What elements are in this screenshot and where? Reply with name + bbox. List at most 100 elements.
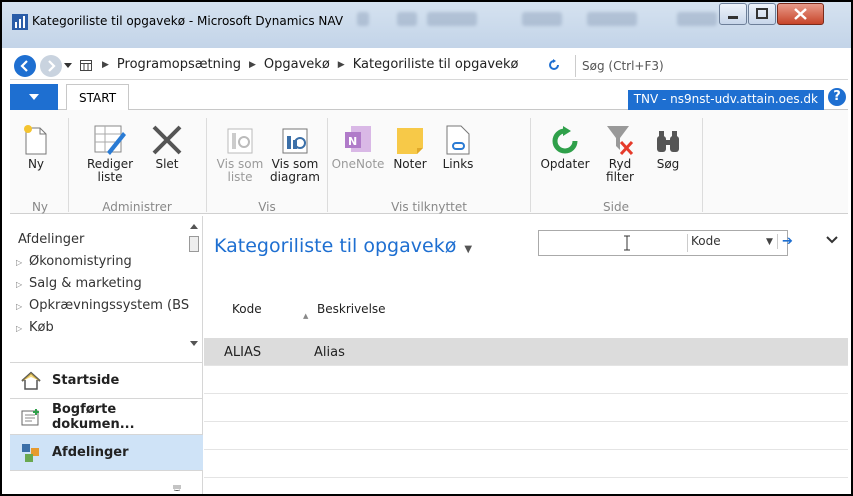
edit-list-label-line2: liste: [97, 170, 123, 184]
column-header-code[interactable]: Kode: [232, 302, 262, 316]
title-bar-toolbar-area: [522, 12, 562, 26]
tree-item[interactable]: ▷ Økonomistyring: [10, 254, 190, 276]
scroll-thumb[interactable]: [189, 236, 199, 252]
arrow-right-icon: [48, 60, 56, 72]
breadcrumb-separator-icon: ▶: [337, 59, 345, 70]
new-button[interactable]: Ny: [16, 114, 56, 171]
clear-filter-icon: [607, 126, 634, 156]
departments-tree: Afdelinger ▷ Økonomistyring ▷ Salg & marke…: [10, 216, 203, 352]
find-button[interactable]: Søg: [648, 114, 688, 171]
search-input[interactable]: Søg (Ctrl+F3): [575, 55, 848, 77]
view-as-chart-button[interactable]: Vis som diagram: [268, 114, 322, 184]
refresh-button[interactable]: Opdater: [538, 114, 592, 171]
maximize-button[interactable]: [748, 3, 776, 25]
tree-scrollbar[interactable]: [188, 222, 200, 352]
chevron-down-icon: [29, 93, 39, 100]
delete-button[interactable]: Slet: [147, 114, 187, 171]
onenote-icon: N: [345, 126, 371, 152]
apply-filter-arrow-icon[interactable]: ➔: [777, 234, 793, 249]
view-as-chart-label-line2: diagram: [270, 170, 320, 184]
ribbon-group-label-show-attached: Vis tilknyttet: [391, 200, 467, 214]
title-bar-toolbar-area: [587, 12, 637, 26]
refresh-icon: [552, 126, 578, 154]
nav-button-label: Afdelinger: [52, 445, 129, 460]
quick-filter-box: Kode ▼ ➔: [538, 230, 793, 256]
nav-button-departments[interactable]: Afdelinger: [10, 434, 203, 470]
home-icon: [21, 371, 41, 390]
help-icon[interactable]: ?: [828, 88, 846, 106]
back-button[interactable]: [14, 55, 36, 77]
pane-options-icon[interactable]: [173, 485, 181, 491]
ribbon-group-divider: [327, 118, 328, 212]
departments-icon: [22, 443, 39, 462]
nav-button-label: Startside: [52, 373, 120, 388]
ribbon-tab-row: START TNV - ns9nst-udv.attain.oes.dk ?: [10, 82, 848, 111]
ribbon: Ny Rediger liste Slet Vis som liste Vis so…: [10, 110, 848, 214]
sort-indicator-icon: ▲: [303, 312, 309, 320]
scroll-down-icon[interactable]: [188, 338, 200, 348]
tab-start[interactable]: START: [66, 84, 130, 111]
nav-button-home[interactable]: Startside: [10, 362, 203, 398]
expand-arrow-icon: ▷: [16, 258, 23, 267]
application-menu-button[interactable]: [10, 84, 58, 110]
empty-row: [204, 394, 848, 422]
tree-item-label: Salg & marketing: [29, 276, 142, 291]
expand-filter-chevron-icon[interactable]: [826, 236, 838, 244]
tree-item-label: Køb: [29, 320, 54, 335]
links-button[interactable]: Links: [436, 114, 480, 171]
view-as-list-label-line2: liste: [227, 170, 253, 184]
empty-row: [204, 422, 848, 450]
onenote-button[interactable]: N OneNote: [330, 114, 386, 171]
scroll-up-icon[interactable]: [188, 222, 200, 232]
tree-item[interactable]: ▷ Salg & marketing: [10, 276, 190, 298]
title-bar-toolbar-area: [427, 12, 477, 26]
new-button-label: Ny: [27, 157, 45, 171]
view-as-list-button[interactable]: Vis som liste: [216, 114, 264, 184]
breadcrumb-item[interactable]: Kategoriliste til opgavekø: [353, 57, 519, 72]
tree-header: Afdelinger: [18, 232, 85, 247]
svg-text:N: N: [348, 135, 357, 148]
address-bar: ▶ Programopsætning ▶ Opgavekø ▶ Kategori…: [10, 50, 848, 80]
tree-item[interactable]: ▷ Opkrævningssystem (BS: [10, 298, 190, 320]
window-title: Kategoriliste til opgavekø - Microsoft D…: [32, 14, 344, 28]
breadcrumb-item[interactable]: Opgavekø: [264, 57, 330, 72]
links-button-label: Links: [442, 157, 474, 171]
clear-filter-button[interactable]: Ryd filter: [600, 114, 640, 184]
column-header-description[interactable]: Beskrivelse: [317, 302, 386, 316]
filter-field-select[interactable]: Kode: [691, 234, 721, 248]
posted-document-icon: [21, 408, 39, 425]
title-bar-toolbar-area: [357, 12, 369, 26]
chart-view-icon: [282, 128, 308, 154]
table-row[interactable]: ALIAS Alias: [204, 338, 848, 366]
close-icon: [794, 8, 807, 20]
empty-row: [204, 366, 848, 394]
close-button[interactable]: [777, 3, 824, 25]
tree-item[interactable]: ▷ Køb: [10, 320, 190, 342]
page-title[interactable]: Kategoriliste til opgavekø ▼: [214, 235, 472, 257]
ribbon-group-divider: [702, 118, 703, 212]
filter-text-input[interactable]: [539, 231, 687, 255]
nav-button-posted-documents[interactable]: Bogførte dokumen...: [10, 398, 203, 434]
empty-row: [204, 450, 848, 478]
page-menu-caret-icon[interactable]: ▼: [464, 244, 472, 255]
forward-button[interactable]: [40, 55, 62, 77]
expand-arrow-icon: ▷: [16, 280, 23, 289]
title-bar-toolbar-area: [397, 12, 417, 26]
note-icon: [397, 128, 423, 154]
edit-list-button[interactable]: Rediger liste: [82, 114, 138, 184]
text-cursor-icon: [624, 235, 630, 251]
refresh-icon[interactable]: [548, 59, 560, 71]
notes-button[interactable]: Noter: [388, 114, 432, 171]
history-dropdown-icon[interactable]: [64, 63, 72, 69]
minimize-button[interactable]: [719, 3, 747, 25]
breadcrumb-item[interactable]: Programopsætning: [117, 57, 241, 72]
navigation-menu-icon[interactable]: [80, 60, 92, 71]
filter-divider: [687, 234, 688, 252]
edit-list-label-line1: Rediger: [86, 157, 134, 171]
ribbon-group-divider: [206, 118, 207, 212]
view-as-list-label-line1: Vis som: [216, 157, 264, 171]
notes-button-label: Noter: [393, 157, 427, 171]
ribbon-group-label-view: Vis: [258, 200, 276, 214]
nav-pane-footer: [10, 470, 203, 494]
chevron-down-icon[interactable]: ▼: [766, 237, 773, 247]
